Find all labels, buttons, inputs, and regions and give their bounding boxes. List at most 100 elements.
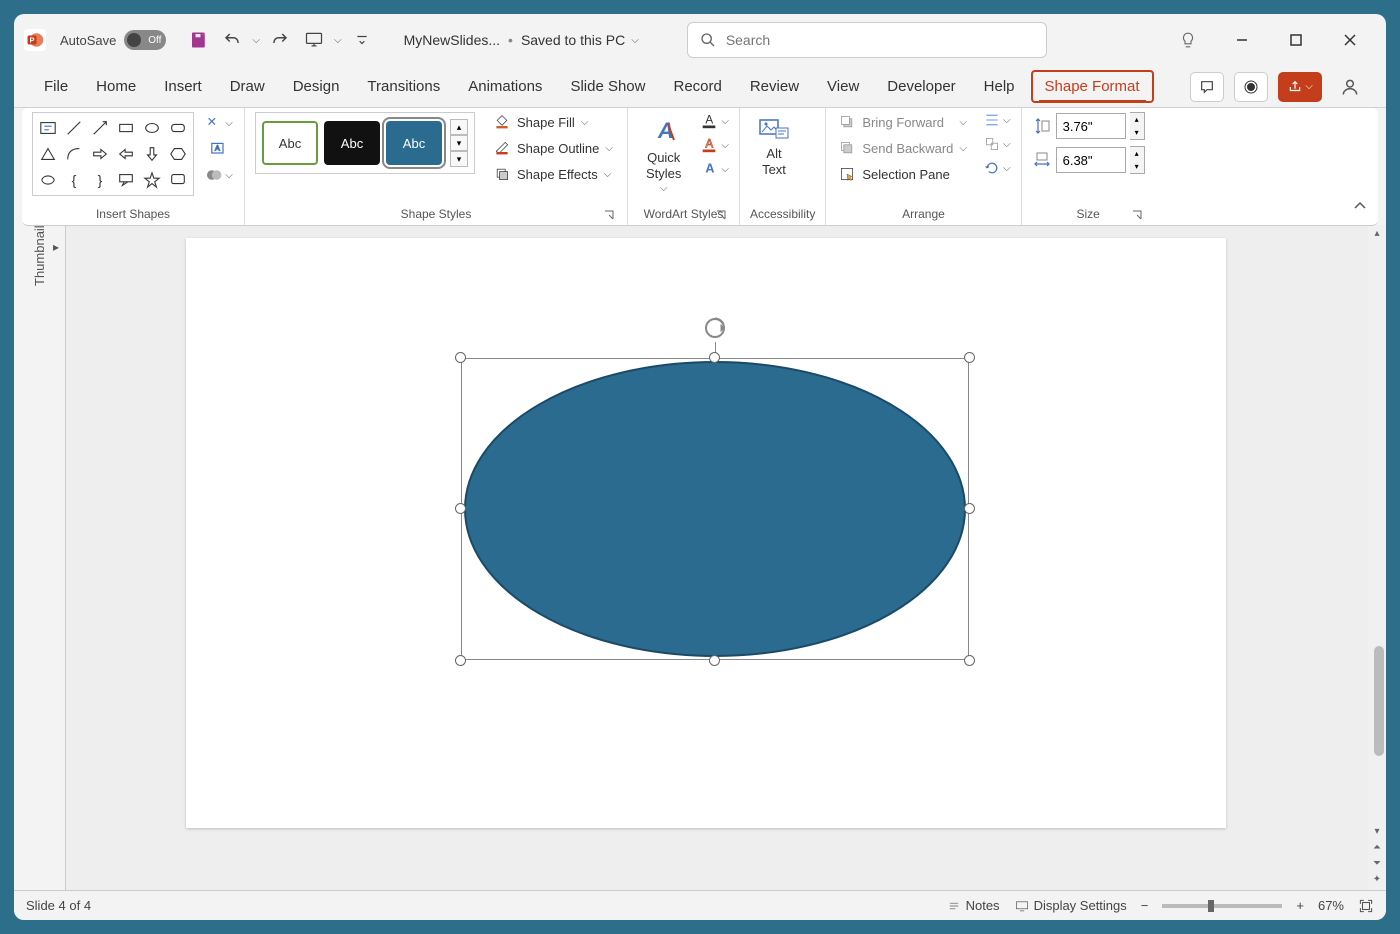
shape-width-input[interactable]: 6.38" ▴▾ <box>1032 146 1145 174</box>
zoom-level[interactable]: 67% <box>1318 898 1344 913</box>
zoom-slider[interactable] <box>1162 904 1282 908</box>
resize-handle[interactable] <box>964 655 975 666</box>
next-slide-icon[interactable]: ⏷ <box>1370 858 1384 872</box>
collapse-ribbon-button[interactable] <box>1352 198 1368 219</box>
shape-freeform-icon[interactable] <box>36 168 60 192</box>
dialog-launcher-icon[interactable] <box>715 209 727 221</box>
rotate-handle-icon[interactable] <box>701 314 729 342</box>
shape-line-arrow-icon[interactable] <box>88 116 112 140</box>
tab-file[interactable]: File <box>32 72 80 101</box>
shape-speech-icon[interactable] <box>114 168 138 192</box>
resize-handle[interactable] <box>455 655 466 666</box>
shape-effects-button[interactable]: Shape Effects⌵ <box>489 164 617 184</box>
slide-counter[interactable]: Slide 4 of 4 <box>26 898 91 913</box>
expand-thumbnails-icon[interactable]: ▸ <box>53 240 59 254</box>
zoom-in-button[interactable]: + <box>1296 898 1304 913</box>
account-icon[interactable] <box>1332 69 1368 105</box>
resize-handle[interactable] <box>709 352 720 363</box>
shape-line-icon[interactable] <box>62 116 86 140</box>
document-title[interactable]: MyNewSlides... • Saved to this PC ⌵ <box>404 32 639 48</box>
ellipse-shape[interactable] <box>461 358 969 660</box>
tab-review[interactable]: Review <box>738 72 811 101</box>
zoom-out-button[interactable]: − <box>1141 898 1149 913</box>
height-down-icon[interactable]: ▾ <box>1130 126 1144 139</box>
selection-pane-button[interactable]: Selection Pane <box>836 164 969 184</box>
tab-record[interactable]: Record <box>661 72 733 101</box>
share-button[interactable]: ⌵ <box>1278 72 1322 102</box>
tab-shape-format[interactable]: Shape Format <box>1031 70 1154 103</box>
redo-button[interactable] <box>266 26 294 54</box>
alt-text-button[interactable]: Alt Text <box>750 112 798 181</box>
shape-rectangle-icon[interactable] <box>114 116 138 140</box>
align-button[interactable]: ⌵ <box>983 112 1011 128</box>
tab-help[interactable]: Help <box>972 72 1027 101</box>
width-down-icon[interactable]: ▾ <box>1130 160 1144 173</box>
resize-handle[interactable] <box>709 655 720 666</box>
tab-home[interactable]: Home <box>84 72 148 101</box>
shape-brace-left-icon[interactable]: { <box>62 168 86 192</box>
undo-dropdown-icon[interactable]: ⌵ <box>252 35 260 46</box>
shape-rounded-rect-icon[interactable] <box>166 116 190 140</box>
gallery-down-icon[interactable]: ▾ <box>450 135 468 151</box>
text-fill-button[interactable]: A⌵ <box>699 112 729 130</box>
tab-slideshow[interactable]: Slide Show <box>558 72 657 101</box>
scrollbar-thumb[interactable] <box>1374 646 1384 756</box>
start-from-beginning-button[interactable] <box>300 26 328 54</box>
autosave-toggle[interactable]: AutoSave Off <box>60 30 166 50</box>
shape-arrow-down-icon[interactable] <box>140 142 164 166</box>
merge-shapes-button[interactable]: ⌵ <box>204 164 234 186</box>
notes-button[interactable]: Notes <box>946 898 1000 913</box>
style-preset-3[interactable]: Abc <box>386 121 442 165</box>
shape-star-icon[interactable] <box>140 168 164 192</box>
send-backward-button[interactable]: Send Backward⌵ <box>836 138 969 158</box>
shape-arc-icon[interactable] <box>62 142 86 166</box>
nav-icon[interactable]: ✦ <box>1370 874 1384 888</box>
resize-handle[interactable] <box>964 503 975 514</box>
display-settings-button[interactable]: Display Settings <box>1014 898 1127 913</box>
bring-forward-button[interactable]: Bring Forward⌵ <box>836 112 969 132</box>
height-up-icon[interactable]: ▴ <box>1130 113 1144 126</box>
scroll-up-icon[interactable]: ▴ <box>1370 228 1384 242</box>
shape-height-input[interactable]: 3.76" ▴▾ <box>1032 112 1145 140</box>
slide-canvas[interactable]: ▴ ▾ ⏶ ⏷ ✦ <box>66 226 1386 890</box>
text-effects-button[interactable]: A⌵ <box>699 160 729 178</box>
shape-hexagon-icon[interactable] <box>166 142 190 166</box>
save-button[interactable] <box>184 26 212 54</box>
fit-to-window-button[interactable] <box>1358 899 1374 913</box>
undo-button[interactable] <box>218 26 246 54</box>
close-button[interactable] <box>1332 22 1368 58</box>
tab-view[interactable]: View <box>815 72 871 101</box>
vertical-scrollbar[interactable]: ▴ ▾ ⏶ ⏷ ✦ <box>1368 226 1386 890</box>
tab-draw[interactable]: Draw <box>218 72 277 101</box>
gallery-up-icon[interactable]: ▴ <box>450 119 468 135</box>
search-box[interactable] <box>687 22 1047 58</box>
text-outline-button[interactable]: A⌵ <box>699 136 729 154</box>
shape-textbox-icon[interactable] <box>36 116 60 140</box>
thumbnails-panel[interactable]: ▸ Thumbnails <box>14 226 66 890</box>
shape-outline-button[interactable]: Shape Outline⌵ <box>489 138 617 158</box>
tab-developer[interactable]: Developer <box>875 72 967 101</box>
shape-callout-icon[interactable] <box>166 168 190 192</box>
shape-arrow-left-icon[interactable] <box>114 142 138 166</box>
lightbulb-icon[interactable] <box>1170 22 1206 58</box>
edit-shape-button[interactable]: ⌵ <box>204 112 234 134</box>
customize-qat-button[interactable] <box>348 26 376 54</box>
shape-styles-gallery[interactable]: Abc Abc Abc ▴ ▾ ▾ <box>255 112 475 174</box>
width-up-icon[interactable]: ▴ <box>1130 147 1144 160</box>
shapes-gallery[interactable]: { } <box>32 112 194 196</box>
gallery-more-icon[interactable]: ▾ <box>450 151 468 167</box>
text-box-button[interactable]: A <box>204 138 234 160</box>
selected-shape-ellipse[interactable] <box>461 358 969 660</box>
prev-slide-icon[interactable]: ⏶ <box>1370 842 1384 856</box>
shape-oval-icon[interactable] <box>140 116 164 140</box>
style-preset-1[interactable]: Abc <box>262 121 318 165</box>
tab-insert[interactable]: Insert <box>152 72 214 101</box>
resize-handle[interactable] <box>455 352 466 363</box>
group-button[interactable]: ⌵ <box>983 136 1011 152</box>
style-preset-2[interactable]: Abc <box>324 121 380 165</box>
rotate-button[interactable]: ⌵ <box>983 160 1011 176</box>
comments-button[interactable] <box>1190 72 1224 102</box>
search-input[interactable] <box>726 32 1034 48</box>
tab-design[interactable]: Design <box>281 72 352 101</box>
camera-button[interactable] <box>1234 72 1268 102</box>
